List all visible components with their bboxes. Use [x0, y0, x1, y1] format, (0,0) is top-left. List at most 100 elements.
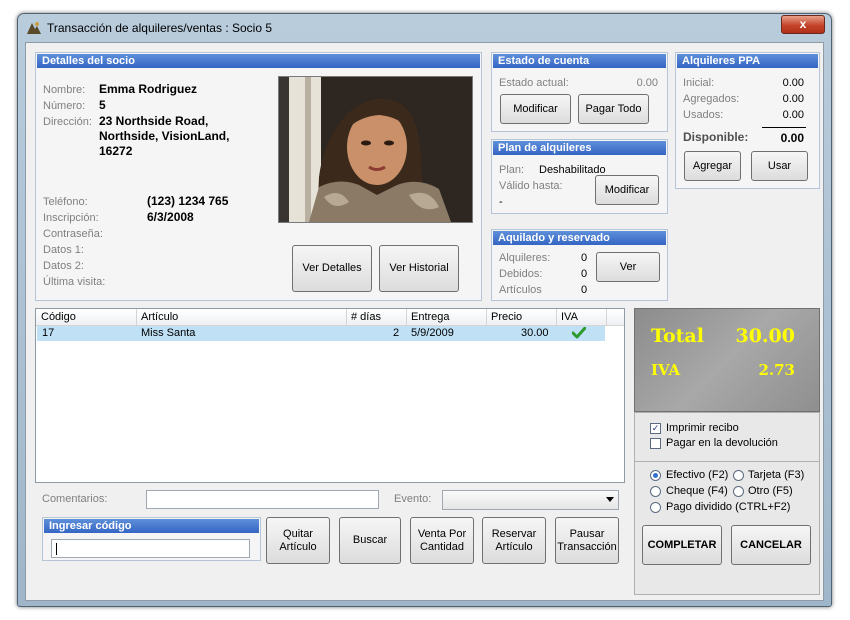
- col-price[interactable]: Precio: [491, 311, 522, 323]
- split-payment-label[interactable]: Pago dividido (CTRL+F2): [666, 501, 790, 513]
- col-delivery[interactable]: Entrega: [411, 311, 450, 323]
- phone-value: (123) 1234 765: [147, 194, 229, 208]
- pay-on-return-label[interactable]: Pagar en la devolución: [666, 437, 778, 449]
- account-status-panel: Estado de cuenta Estado actual: 0.00 Mod…: [491, 52, 668, 132]
- print-receipt-checkbox[interactable]: ✓: [650, 423, 661, 434]
- sell-by-quantity-label-1: Venta Por: [417, 527, 467, 540]
- enter-code-header: Ingresar código: [44, 519, 259, 533]
- total-label: Total: [651, 325, 704, 347]
- code-input[interactable]: [51, 539, 250, 558]
- cancel-button[interactable]: CANCELAR: [731, 525, 811, 565]
- ppa-added-label: Agregados:: [683, 93, 740, 105]
- ppa-initial-value: 0.00: [782, 77, 804, 89]
- pay-on-return-checkbox[interactable]: [650, 438, 661, 449]
- number-value: 5: [99, 98, 106, 112]
- data1-label: Datos 1:: [43, 244, 84, 256]
- other-radio[interactable]: [733, 486, 744, 497]
- rental-plan-panel: Plan de alquileres Plan: Deshabilitado V…: [491, 139, 668, 214]
- items-table[interactable]: Código Artículo # días Entrega Precio IV…: [35, 308, 625, 483]
- other-label[interactable]: Otro (F5): [748, 485, 793, 497]
- member-photo: [278, 76, 473, 223]
- ppa-used-label: Usados:: [683, 109, 724, 121]
- ppa-panel: Alquileres PPA Inicial: 0.00 Agregados: …: [675, 52, 820, 189]
- receipt-options-panel: ✓ Imprimir recibo Pagar en la devolución: [634, 412, 820, 462]
- address-line-3: 16272: [99, 144, 133, 158]
- complete-button[interactable]: COMPLETAR: [642, 525, 722, 565]
- name-label: Nombre:: [43, 84, 86, 96]
- rental-plan-header: Plan de alquileres: [493, 141, 666, 155]
- vat-value: 2.73: [758, 361, 795, 379]
- plan-value: Deshabilitado: [539, 164, 606, 176]
- payment-panel: Efectivo (F2) Tarjeta (F3) Cheque (F4) O…: [634, 461, 820, 595]
- table-row[interactable]: 17 Miss Santa 2 5/9/2009 30.00: [37, 326, 605, 341]
- pause-transaction-button[interactable]: Pausar Transacción: [555, 517, 619, 564]
- col-code[interactable]: Código: [41, 311, 76, 323]
- check-radio[interactable]: [650, 486, 661, 497]
- enter-code-panel: Ingresar código: [42, 517, 261, 561]
- view-details-button[interactable]: Ver Detalles: [292, 245, 372, 292]
- col-item[interactable]: Artículo: [141, 311, 178, 323]
- event-select[interactable]: [442, 490, 619, 510]
- rented-reserved-panel: Aquilado y reservado Alquileres: 0 Debid…: [491, 229, 668, 301]
- ppa-use-button[interactable]: Usar: [751, 151, 808, 181]
- signup-label: Inscripción:: [43, 212, 99, 224]
- modify-account-button[interactable]: Modificar: [500, 94, 571, 124]
- ppa-add-button[interactable]: Agregar: [684, 151, 741, 181]
- pause-transaction-label-2: Transacción: [557, 540, 617, 553]
- items-label: Artículos: [499, 284, 542, 296]
- ppa-initial-label: Inicial:: [683, 77, 715, 89]
- current-status-value: 0.00: [636, 77, 658, 89]
- items-table-header: Código Artículo # días Entrega Precio IV…: [36, 309, 624, 326]
- client-area: Detalles del socio Nombre: Emma Rodrigue…: [25, 42, 824, 601]
- modify-plan-button[interactable]: Modificar: [595, 175, 659, 205]
- close-button[interactable]: x: [781, 15, 825, 34]
- address-line-2: Northside, VisionLand,: [99, 129, 230, 143]
- ppa-added-value: 0.00: [782, 93, 804, 105]
- ppa-available-label: Disponible:: [683, 130, 749, 144]
- name-value: Emma Rodriguez: [99, 82, 198, 96]
- reserve-item-label-2: Artículo: [495, 540, 533, 553]
- due-value: 0: [581, 268, 588, 280]
- valid-until-label: Válido hasta:: [499, 180, 563, 192]
- sell-by-quantity-label-2: Cantidad: [419, 540, 465, 553]
- check-label[interactable]: Cheque (F4): [666, 485, 728, 497]
- card-radio[interactable]: [733, 470, 744, 481]
- ppa-used-value: 0.00: [782, 109, 804, 121]
- ppa-divider: [762, 127, 806, 128]
- address-label: Dirección:: [43, 116, 92, 128]
- member-details-header: Detalles del socio: [37, 54, 480, 68]
- check-icon: [572, 327, 586, 339]
- cash-label[interactable]: Efectivo (F2): [666, 469, 728, 481]
- due-label: Debidos:: [499, 268, 543, 280]
- reserve-item-button[interactable]: Reservar Artículo: [482, 517, 546, 564]
- search-button[interactable]: Buscar: [339, 517, 401, 564]
- rented-reserved-header: Aquilado y reservado: [493, 231, 666, 245]
- remove-item-label-2: Artículo: [279, 540, 317, 553]
- col-vat[interactable]: IVA: [561, 311, 578, 323]
- cell-days: 2: [393, 327, 400, 339]
- col-days[interactable]: # días: [351, 311, 381, 323]
- chevron-down-icon: [606, 497, 614, 502]
- remove-item-button[interactable]: Quitar Artículo: [266, 517, 330, 564]
- view-rented-button[interactable]: Ver: [596, 252, 660, 282]
- password-label: Contraseña:: [43, 228, 103, 240]
- ppa-header: Alquileres PPA: [677, 54, 818, 68]
- pay-all-button[interactable]: Pagar Todo: [578, 94, 649, 124]
- totals-panel: Total 30.00 IVA 2.73: [634, 308, 820, 412]
- cell-code: 17: [42, 327, 55, 339]
- cash-radio[interactable]: [650, 470, 661, 481]
- sell-by-quantity-button[interactable]: Venta Por Cantidad: [410, 517, 474, 564]
- print-receipt-label[interactable]: Imprimir recibo: [666, 422, 739, 434]
- card-label[interactable]: Tarjeta (F3): [748, 469, 804, 481]
- cell-delivery: 5/9/2009: [411, 327, 454, 339]
- window-title: Transacción de alquileres/ventas : Socio…: [47, 21, 273, 35]
- view-history-button[interactable]: Ver Historial: [379, 245, 459, 292]
- member-details-panel: Detalles del socio Nombre: Emma Rodrigue…: [35, 52, 482, 301]
- pause-transaction-label-1: Pausar: [569, 527, 605, 540]
- split-payment-radio[interactable]: [650, 502, 661, 513]
- number-label: Número:: [43, 100, 86, 112]
- rentals-value: 0: [581, 252, 588, 264]
- last-visit-label: Última visita:: [43, 276, 106, 288]
- address-line-1: 23 Northside Road,: [99, 114, 209, 128]
- comments-input[interactable]: [146, 490, 379, 509]
